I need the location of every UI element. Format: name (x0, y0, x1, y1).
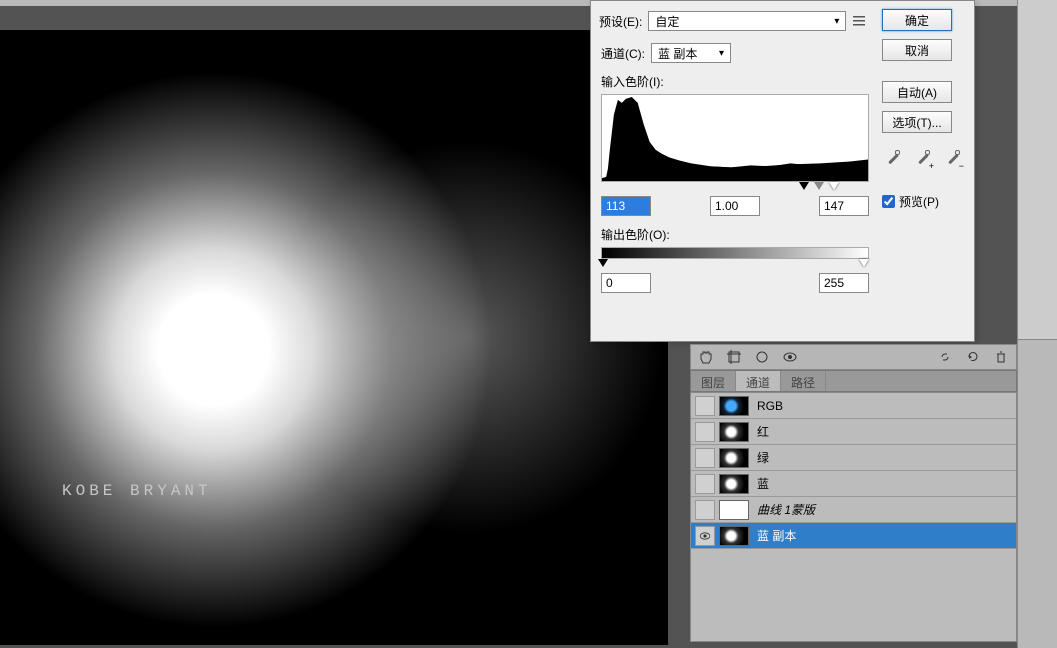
channel-thumbnail (719, 474, 749, 494)
output-gradient (601, 247, 869, 259)
visibility-toggle[interactable] (695, 396, 715, 416)
tab-paths[interactable]: 路径 (781, 371, 826, 391)
tab-layers[interactable]: 图层 (691, 371, 736, 391)
output-black-slider[interactable] (598, 259, 608, 267)
output-white-slider[interactable] (859, 259, 869, 267)
preset-select[interactable]: 自定 (648, 11, 846, 31)
channel-row[interactable]: 曲线 1蒙版 (691, 497, 1016, 523)
eyedropper-white-icon[interactable] (946, 151, 962, 167)
output-levels-label: 输出色阶(O): (601, 226, 869, 243)
canvas-overlay-text: KOBE BRYANT (62, 482, 212, 500)
eye-tool-icon[interactable] (783, 350, 797, 364)
visibility-toggle[interactable] (695, 526, 715, 546)
preset-value: 自定 (655, 13, 679, 30)
white-point-input[interactable]: 147 (819, 196, 869, 216)
preview-checkbox-input[interactable] (882, 195, 895, 208)
visibility-toggle[interactable] (695, 474, 715, 494)
histogram (601, 94, 869, 182)
preview-checkbox[interactable]: 预览(P) (882, 193, 962, 210)
options-button[interactable]: 选项(T)... (882, 111, 952, 133)
channel-row[interactable]: RGB (691, 393, 1016, 419)
channel-name: 蓝 (757, 475, 769, 492)
output-white-input[interactable]: 255 (819, 273, 869, 293)
trash-icon[interactable] (994, 350, 1008, 364)
channel-name: 曲线 1蒙版 (757, 501, 815, 518)
channel-thumbnail (719, 526, 749, 546)
input-slider-track[interactable] (601, 182, 869, 194)
input-levels-label: 输入色阶(I): (601, 73, 869, 90)
channels-panel: RGB 红 绿 蓝 曲线 1蒙版 (690, 392, 1017, 642)
white-point-slider[interactable] (829, 182, 839, 190)
panel-tool-strip (690, 344, 1017, 370)
channel-row[interactable]: 蓝 (691, 471, 1016, 497)
channel-row[interactable]: 蓝 副本 (691, 523, 1016, 549)
visibility-toggle[interactable] (695, 448, 715, 468)
channel-name: 蓝 副本 (757, 527, 796, 544)
eyedropper-gray-icon[interactable] (916, 151, 932, 167)
document-canvas[interactable]: KOBE BRYANT (0, 30, 668, 645)
dialog-side-buttons: 确定 取消 自动(A) 选项(T)... 预览(P) (882, 9, 962, 210)
circle-icon[interactable] (755, 350, 769, 364)
channel-label: 通道(C): (601, 45, 645, 62)
gamma-slider[interactable] (814, 182, 824, 190)
black-point-slider[interactable] (799, 182, 809, 190)
tab-channels[interactable]: 通道 (736, 371, 781, 391)
gamma-input[interactable]: 1.00 (710, 196, 760, 216)
channel-thumbnail (719, 422, 749, 442)
hand-icon[interactable] (699, 350, 713, 364)
channel-thumbnail (719, 500, 749, 520)
preset-label: 预设(E): (599, 13, 642, 30)
channel-thumbnail (719, 396, 749, 416)
channel-value: 蓝 副本 (658, 45, 697, 62)
channel-select[interactable]: 蓝 副本 (651, 43, 731, 63)
output-slider-track[interactable] (601, 259, 869, 271)
preset-menu-icon[interactable] (852, 14, 866, 28)
crop-icon[interactable] (727, 350, 741, 364)
black-point-input[interactable]: 113 (601, 196, 651, 216)
auto-button[interactable]: 自动(A) (882, 81, 952, 103)
panel-tabs: 图层 通道 路径 (690, 370, 1017, 392)
preview-label: 预览(P) (899, 193, 939, 210)
eyedropper-black-icon[interactable] (886, 151, 902, 167)
channel-name: 绿 (757, 449, 769, 466)
refresh-icon[interactable] (966, 350, 980, 364)
channel-row[interactable]: 红 (691, 419, 1016, 445)
channel-row[interactable]: 绿 (691, 445, 1016, 471)
visibility-toggle[interactable] (695, 422, 715, 442)
channel-name: RGB (757, 399, 783, 413)
levels-dialog: 预设(E): 自定 确定 取消 自动(A) 选项(T)... 预览(P) (590, 0, 975, 342)
link-icon[interactable] (938, 350, 952, 364)
channel-name: 红 (757, 423, 769, 440)
channel-thumbnail (719, 448, 749, 468)
ok-button[interactable]: 确定 (882, 9, 952, 31)
visibility-toggle[interactable] (695, 500, 715, 520)
output-black-input[interactable]: 0 (601, 273, 651, 293)
cancel-button[interactable]: 取消 (882, 39, 952, 61)
canvas-image (0, 30, 668, 645)
